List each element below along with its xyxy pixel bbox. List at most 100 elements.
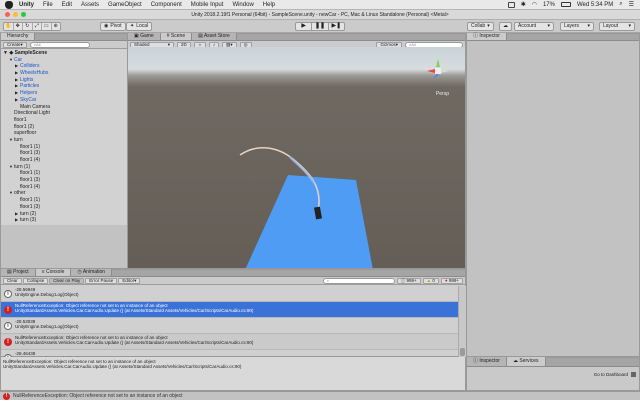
- step-icon[interactable]: ▶❚: [329, 23, 344, 30]
- apple-icon[interactable]: [5, 0, 13, 9]
- hierarchy-item[interactable]: ▶ Particles: [3, 83, 125, 90]
- hierarchy-item[interactable]: ▶ WheelsHubs: [3, 70, 125, 77]
- layers-dropdown[interactable]: Layers ▾: [560, 22, 594, 31]
- hand-tool-icon[interactable]: ✋: [4, 23, 14, 30]
- hierarchy-item[interactable]: floor1 (1): [3, 144, 125, 151]
- hierarchy-item[interactable]: floor1 (3): [3, 150, 125, 157]
- scene-viewport[interactable]: x Persp: [128, 47, 465, 268]
- console-error-row[interactable]: ! NullReferenceException: Object referenc…: [1, 334, 458, 350]
- create-button[interactable]: Create ▾: [3, 41, 27, 48]
- hierarchy-item[interactable]: Directional Light: [3, 110, 125, 117]
- transform-tool-icon[interactable]: ⊕: [52, 23, 61, 30]
- tab-services[interactable]: ☁ Services: [506, 357, 546, 366]
- hierarchy-search-input[interactable]: ⌕ All: [29, 41, 90, 48]
- hierarchy-item[interactable]: floor1 (3): [3, 204, 125, 211]
- menu-assets[interactable]: Assets: [81, 2, 99, 8]
- layout-dropdown[interactable]: Layout ▾: [599, 22, 635, 31]
- hierarchy-item[interactable]: floor1 (2): [3, 124, 125, 131]
- hierarchy-item[interactable]: floor1 (1): [3, 197, 125, 204]
- hierarchy-item[interactable]: floor1 (4): [3, 184, 125, 191]
- hierarchy-item[interactable]: ▼turn: [3, 137, 125, 144]
- account-dropdown[interactable]: Account ▾: [514, 22, 554, 31]
- spotlight-icon[interactable]: ⌕: [619, 1, 622, 8]
- status-bar[interactable]: ! NullReferenceException: Object referen…: [0, 391, 640, 400]
- hierarchy-item[interactable]: floor1 (4): [3, 157, 125, 164]
- collapse-button[interactable]: Collapse: [22, 277, 49, 284]
- search-placeholder: All: [411, 41, 416, 47]
- console-error-row[interactable]: ! NullReferenceException: Object referenc…: [1, 302, 458, 318]
- zoom-window-icon[interactable]: [21, 12, 26, 17]
- tab-inspector[interactable]: ⓘ Inspector: [467, 33, 507, 40]
- pivot-toggle[interactable]: ◉ Pivot: [100, 22, 126, 31]
- console-log-row[interactable]: i -28.56949 UnityEngine.Debug:Log(Object): [1, 286, 458, 302]
- hierarchy-item[interactable]: ▶ Helpers: [3, 90, 125, 97]
- wifi-icon[interactable]: ◠: [532, 1, 537, 8]
- error-icon: !: [3, 392, 10, 400]
- hierarchy-item[interactable]: ▶ Colliders: [3, 63, 125, 70]
- hierarchy-item[interactable]: ▶ SkyCar: [3, 97, 125, 104]
- hierarchy-item[interactable]: ▶ turn (2): [3, 211, 125, 218]
- close-window-icon[interactable]: [5, 12, 10, 17]
- refresh-icon[interactable]: [631, 372, 636, 377]
- bluetooth-icon[interactable]: ✱: [521, 1, 526, 8]
- tab-asset-store[interactable]: ▤ Asset Store: [192, 33, 237, 40]
- blue-floor-plane[interactable]: [245, 175, 373, 268]
- menu-file[interactable]: File: [43, 2, 53, 8]
- tab-inspector-bottom[interactable]: ⓘ Inspector: [467, 357, 507, 366]
- dashboard-link[interactable]: Go to Dashboard: [594, 372, 628, 377]
- log-count-toggle[interactable]: ⓘ 999+: [396, 277, 421, 284]
- scene-gizmo[interactable]: x: [425, 57, 451, 87]
- collab-dropdown[interactable]: Collab ▾: [467, 22, 494, 31]
- hierarchy-item[interactable]: ▶ Lights: [3, 77, 125, 84]
- error-count-toggle[interactable]: ● 999+: [440, 277, 463, 284]
- local-toggle[interactable]: ✦ Local: [126, 22, 153, 31]
- warning-count-toggle[interactable]: ▲ 0: [422, 277, 439, 284]
- hierarchy-item[interactable]: ▶ turn (3): [3, 217, 125, 224]
- clear-button[interactable]: Clear: [3, 277, 22, 284]
- console-detail[interactable]: NullReferenceException: Object reference…: [0, 357, 466, 391]
- scene-row[interactable]: ▼ ◆ SampleScene: [3, 50, 125, 57]
- battery-icon[interactable]: [560, 2, 571, 7]
- clock[interactable]: Wed 5:34 PM: [577, 2, 613, 8]
- hierarchy-item[interactable]: ▼other: [3, 190, 125, 197]
- play-icon[interactable]: ▶: [296, 23, 313, 30]
- clear-on-play-button[interactable]: Clear on Play: [49, 277, 85, 284]
- move-tool-icon[interactable]: ✥: [14, 23, 23, 30]
- console-scrollbar[interactable]: [458, 286, 466, 358]
- rect-tool-icon[interactable]: ▭: [42, 23, 52, 30]
- hierarchy-item[interactable]: floor1: [3, 117, 125, 124]
- tab-hierarchy[interactable]: Hierarchy: [1, 33, 36, 40]
- screen-icon[interactable]: [507, 1, 515, 8]
- persp-label-wrap[interactable]: Persp: [436, 91, 449, 97]
- hierarchy-item[interactable]: superfloor: [3, 130, 125, 137]
- scale-tool-icon[interactable]: ⤢: [33, 23, 42, 30]
- hierarchy-item[interactable]: ▼turn (1): [3, 164, 125, 171]
- rotate-tool-icon[interactable]: ↻: [23, 23, 33, 30]
- menu-window[interactable]: Window: [232, 2, 253, 8]
- menu-component[interactable]: Component: [151, 2, 182, 8]
- hierarchy-item[interactable]: floor1 (3): [3, 177, 125, 184]
- notification-icon[interactable]: ☰: [629, 1, 634, 8]
- tab-game[interactable]: ▣ Game: [128, 33, 161, 40]
- hierarchy-item[interactable]: floor1 (1): [3, 170, 125, 177]
- pause-icon[interactable]: ❚❚: [312, 23, 329, 30]
- tab-animation[interactable]: ◷ Animation: [71, 269, 113, 276]
- tab-project[interactable]: ▤ Project: [1, 269, 36, 276]
- cloud-button[interactable]: ☁: [499, 22, 512, 31]
- hierarchy-item[interactable]: Main Camera: [3, 104, 125, 111]
- tab-console[interactable]: ≡ Console: [35, 269, 72, 276]
- menu-app-name[interactable]: Unity: [19, 2, 34, 8]
- console-search-input[interactable]: ⌕: [322, 277, 395, 284]
- menu-help[interactable]: Help: [263, 2, 275, 8]
- hierarchy-item[interactable]: ▼Car: [3, 57, 125, 64]
- minimize-window-icon[interactable]: [13, 12, 18, 17]
- tab-scene[interactable]: # Scene: [160, 33, 193, 40]
- menu-mobile-input[interactable]: Mobile Input: [191, 2, 224, 8]
- editor-dropdown[interactable]: Editor ▾: [118, 277, 141, 284]
- console-scroll-thumb[interactable]: [460, 348, 465, 356]
- hierarchy-item-label: turn (3): [20, 217, 37, 224]
- menu-gameobject[interactable]: GameObject: [108, 2, 142, 8]
- menu-edit[interactable]: Edit: [62, 2, 72, 8]
- console-log-row[interactable]: i -28.53038 UnityEngine.Debug:Log(Object): [1, 318, 458, 334]
- error-pause-button[interactable]: Error Pause: [85, 277, 118, 284]
